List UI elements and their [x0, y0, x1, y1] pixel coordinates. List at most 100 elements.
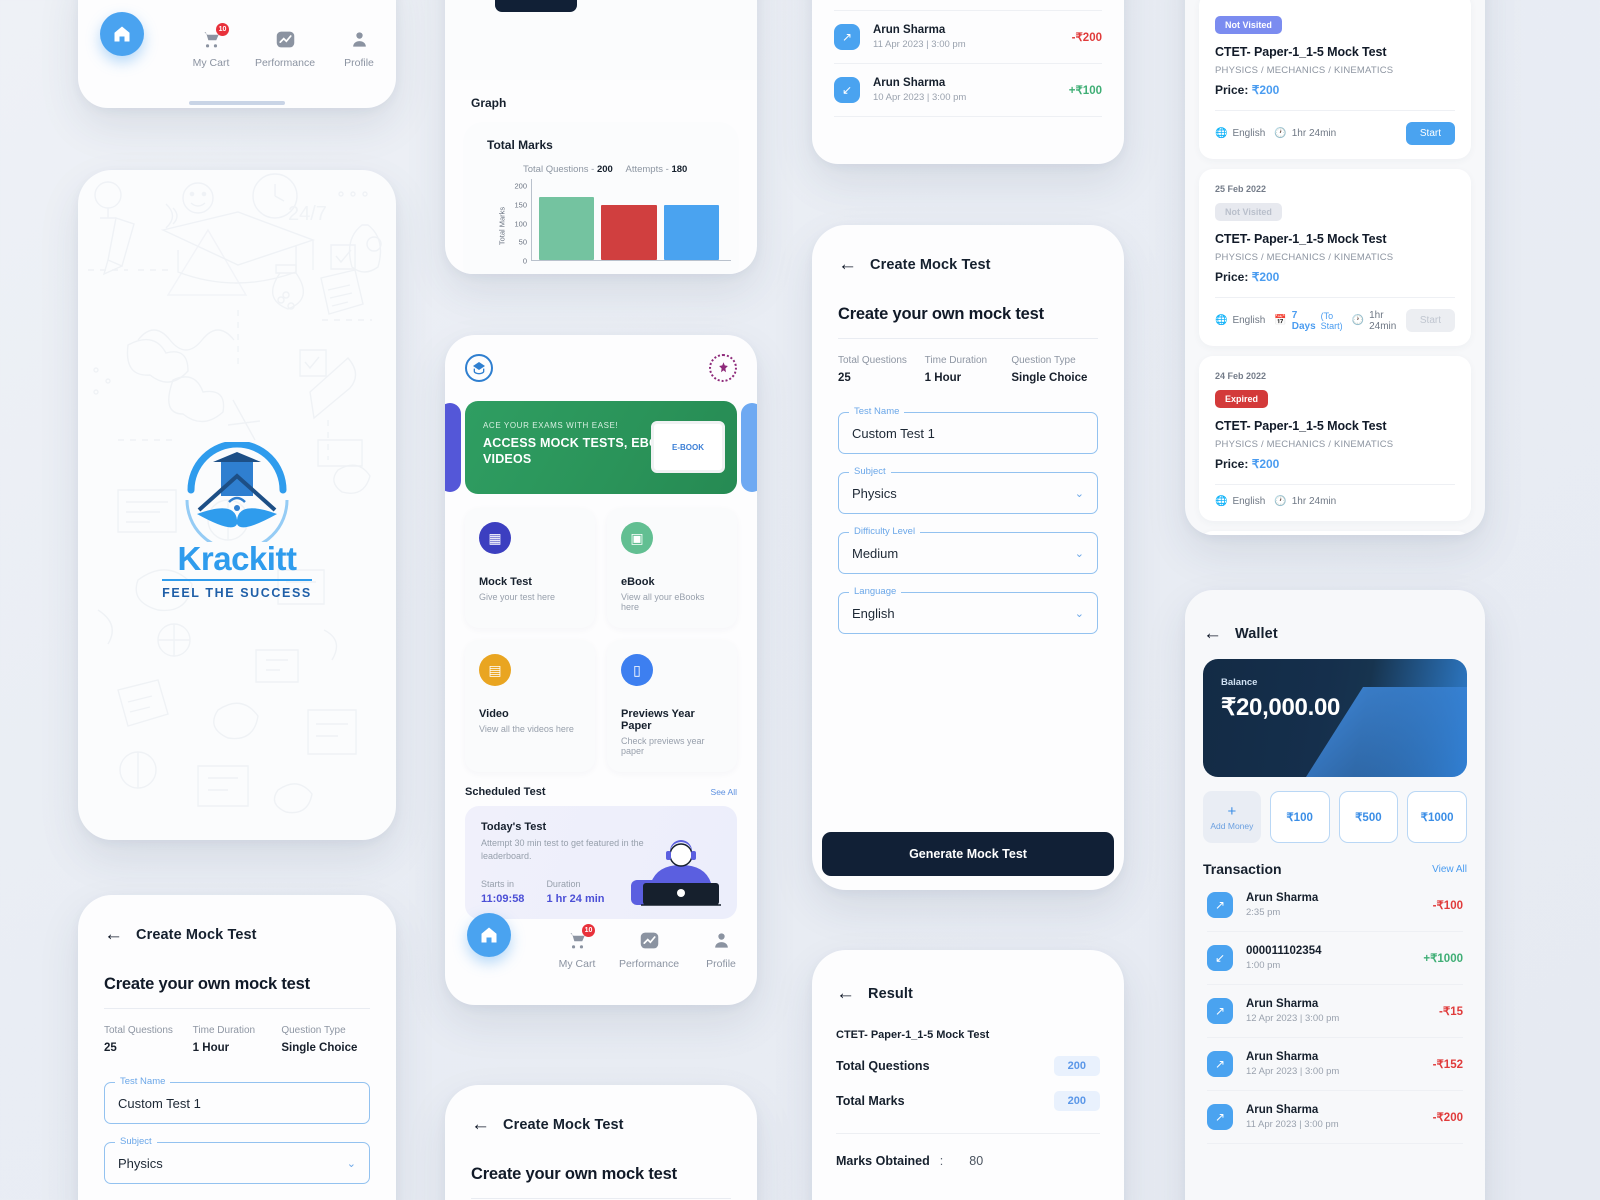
nav-item-profile[interactable]: Profile	[322, 18, 396, 69]
test-name-input[interactable]: Test Name Custom Test 1	[104, 1076, 370, 1124]
subject-select[interactable]: Subject Physics ⌄	[838, 466, 1098, 514]
balance-card: Balance ₹20,000.00	[1203, 659, 1467, 777]
transaction-row[interactable]: ↙ 000011102354 1:00 pm +₹1000	[1185, 932, 1485, 984]
test-meta: Total Questions 25 Time Duration 1 Hour …	[838, 355, 1098, 384]
transaction-amount: +₹1000	[1423, 953, 1463, 965]
screens-showcase: 10 My Cart Performance Profile 24/7 Krac…	[0, 0, 1600, 1200]
meta-time-duration: Time Duration 1 Hour	[924, 355, 988, 384]
tile-ebook[interactable]: ▣ eBook View all your eBooks here	[607, 508, 737, 628]
transaction-row[interactable]: ↗ Arun Sharma 12 Apr 2023 | 3:00 pm -₹15	[1185, 985, 1485, 1037]
todays-test-card[interactable]: Today's Test Attempt 30 min test to get …	[465, 806, 737, 920]
calendar-icon: 📅	[1274, 315, 1287, 326]
krackitt-emblem-icon	[185, 442, 289, 542]
transaction-amount: -₹200	[1432, 1112, 1463, 1124]
tablet-illustration: E-BOOK	[651, 421, 725, 473]
transaction-row[interactable]: ↙ Arun Sharma 10 Apr 2023 | 3:00 pm +₹10…	[812, 64, 1124, 116]
y-tick: 100	[514, 219, 527, 229]
nav-item-performance[interactable]: Performance	[248, 18, 322, 69]
test-list: Not Visited CTET- Paper-1_1-5 Mock Test PH…	[1185, 0, 1485, 535]
meta-question-type: Question Type Single Choice	[281, 1025, 358, 1054]
transaction-amount: -₹15	[1439, 1006, 1463, 1018]
start-button[interactable]: Start	[1405, 122, 1455, 145]
promo-carousel[interactable]: ACE YOUR EXAMS WITH EASE! ACCESS MOCK TE…	[445, 401, 757, 494]
see-all-link[interactable]: See All	[711, 787, 737, 797]
arrow-out-icon: ↗	[834, 24, 860, 50]
tile-mock-test[interactable]: ▦ Mock Test Give your test here	[465, 508, 595, 628]
arrow-out-icon: ↗	[1207, 1104, 1233, 1130]
app-logo-icon	[465, 354, 493, 382]
test-name-input[interactable]: Test Name Custom Test 1	[838, 406, 1098, 454]
test-card[interactable]: 25 Feb 2022 Not Visited CTET- Paper-1_1-5 …	[1199, 169, 1471, 346]
back-arrow-icon[interactable]: ←	[471, 1115, 490, 1134]
tablet-label: E-BOOK	[672, 442, 704, 452]
status-badge: Expired	[1215, 390, 1269, 408]
person-icon	[348, 28, 370, 50]
language-select[interactable]: Language English ⌄	[838, 586, 1098, 634]
transaction-row[interactable]: ↗ Arun Sharma 2:35 pm -₹100	[1185, 879, 1485, 931]
heading: Create your own mock test	[838, 305, 1044, 323]
nav-item-profile[interactable]: Profile	[685, 919, 757, 970]
transaction-row[interactable]: ↗ Arun Sharma 12 Apr 2023 | 3:00 pm -₹15…	[1185, 1038, 1485, 1090]
test-subject: PHYSICS / MECHANICS / KINEMATICS	[1215, 439, 1394, 450]
amount-100-button[interactable]: ₹100	[1269, 791, 1330, 843]
test-name: CTET- Paper-1_1-5 Mock Test	[1215, 419, 1387, 433]
chevron-down-icon: ⌄	[1074, 547, 1084, 560]
test-card[interactable]: Not Visited CTET- Paper-1_1-5 Mock Test PH…	[1199, 0, 1471, 159]
nav-label-performance: Performance	[254, 57, 316, 69]
home-screen: ACE YOUR EXAMS WITH EASE! ACCESS MOCK TE…	[445, 335, 757, 1005]
solution-button[interactable]: Solution	[495, 0, 577, 12]
wallet-screen: ← Wallet Balance ₹20,000.00 + Add Money …	[1185, 590, 1485, 1200]
scheduled-test-header: Scheduled Test See All	[465, 786, 737, 798]
home-icon[interactable]	[100, 12, 144, 56]
screen-header: ← Wallet	[1203, 623, 1278, 644]
globe-icon: 🌐	[1215, 315, 1228, 326]
heading: Create your own mock test	[471, 1165, 677, 1183]
clock-icon: 🕐	[1274, 496, 1287, 507]
tile-video[interactable]: ▤ Video View all the videos here	[465, 640, 595, 772]
mock-test-list-screen: Not Visited CTET- Paper-1_1-5 Mock Test PH…	[1185, 0, 1485, 535]
result-graph-screen: Solution Incorrect × 20 Skipped × Graph …	[445, 0, 757, 274]
splash-screen: 24/7 Krackitt FEEL THE SUCCESS	[78, 170, 396, 840]
test-date: 24 Feb 2022	[1215, 371, 1267, 381]
back-arrow-icon[interactable]: ←	[104, 925, 123, 944]
create-mock-test-screen-main: ← Create Mock Test Create your own mock …	[812, 225, 1124, 890]
screen-header: ← Create Mock Test	[838, 254, 991, 275]
meta-total-questions: Total Questions 25	[838, 355, 907, 384]
transaction-row[interactable]: ↗ Arun Sharma 11 Apr 2023 | 3:00 pm -₹20…	[1185, 1091, 1485, 1143]
test-card[interactable]: 23 Feb 2022Completed	[1199, 531, 1471, 535]
transaction-row[interactable]: ↗ Arun Sharma 11 Apr 2023 | 3:00 pm -₹20…	[812, 11, 1124, 63]
difficulty-select[interactable]: Difficulty Level Medium ⌄	[838, 526, 1098, 574]
amount-1000-button[interactable]: ₹1000	[1407, 791, 1467, 843]
view-all-link[interactable]: View All	[1432, 864, 1467, 875]
days-to-start: 📅 7 Days (To Start)	[1274, 309, 1343, 332]
transaction-amount: -₹152	[1432, 1059, 1463, 1071]
test-card[interactable]: 24 Feb 2022 Expired CTET- Paper-1_1-5 Mock…	[1199, 356, 1471, 521]
promo-banner[interactable]: ACE YOUR EXAMS WITH EASE! ACCESS MOCK TE…	[465, 401, 737, 494]
add-money-button[interactable]: + Add Money	[1203, 791, 1261, 843]
home-header	[445, 335, 757, 401]
start-button[interactable]: Start	[1405, 309, 1455, 332]
amount-500-button[interactable]: ₹500	[1338, 791, 1399, 843]
bar-chart-plot: Total Marks 0 50 100 150 200	[498, 179, 731, 273]
back-arrow-icon[interactable]: ←	[1203, 624, 1222, 643]
test-price: Price: ₹200	[1215, 270, 1280, 284]
chart-bar	[539, 197, 595, 260]
chart-bars	[539, 179, 719, 260]
transaction-amount: -₹200	[1071, 32, 1102, 44]
transaction-time: 1:00 pm	[1246, 960, 1281, 971]
subject-select[interactable]: Subject Physics ⌄	[104, 1136, 370, 1184]
tile-previews-year-paper[interactable]: ▯ Previews Year Paper Check previews yea…	[607, 640, 737, 772]
home-icon[interactable]	[467, 913, 511, 957]
transaction-header: Transaction View All	[1203, 861, 1467, 877]
back-arrow-icon[interactable]: ←	[836, 984, 855, 1003]
test-name: CTET- Paper-1_1-5 Mock Test	[1215, 232, 1387, 246]
cart-badge: 10	[582, 924, 595, 937]
duration-meta: 🕐 1hr 24min	[1351, 309, 1397, 332]
generate-mock-test-button[interactable]: Generate Mock Test	[822, 832, 1114, 876]
nav-item-performance[interactable]: Performance	[613, 919, 685, 970]
nav-item-my-cart[interactable]: 10 My Cart	[541, 919, 613, 970]
transaction-amount: -₹100	[1432, 900, 1463, 912]
back-arrow-icon[interactable]: ←	[838, 255, 857, 274]
graph-section-label: Graph	[471, 96, 507, 110]
nav-item-my-cart[interactable]: 10 My Cart	[174, 18, 248, 69]
